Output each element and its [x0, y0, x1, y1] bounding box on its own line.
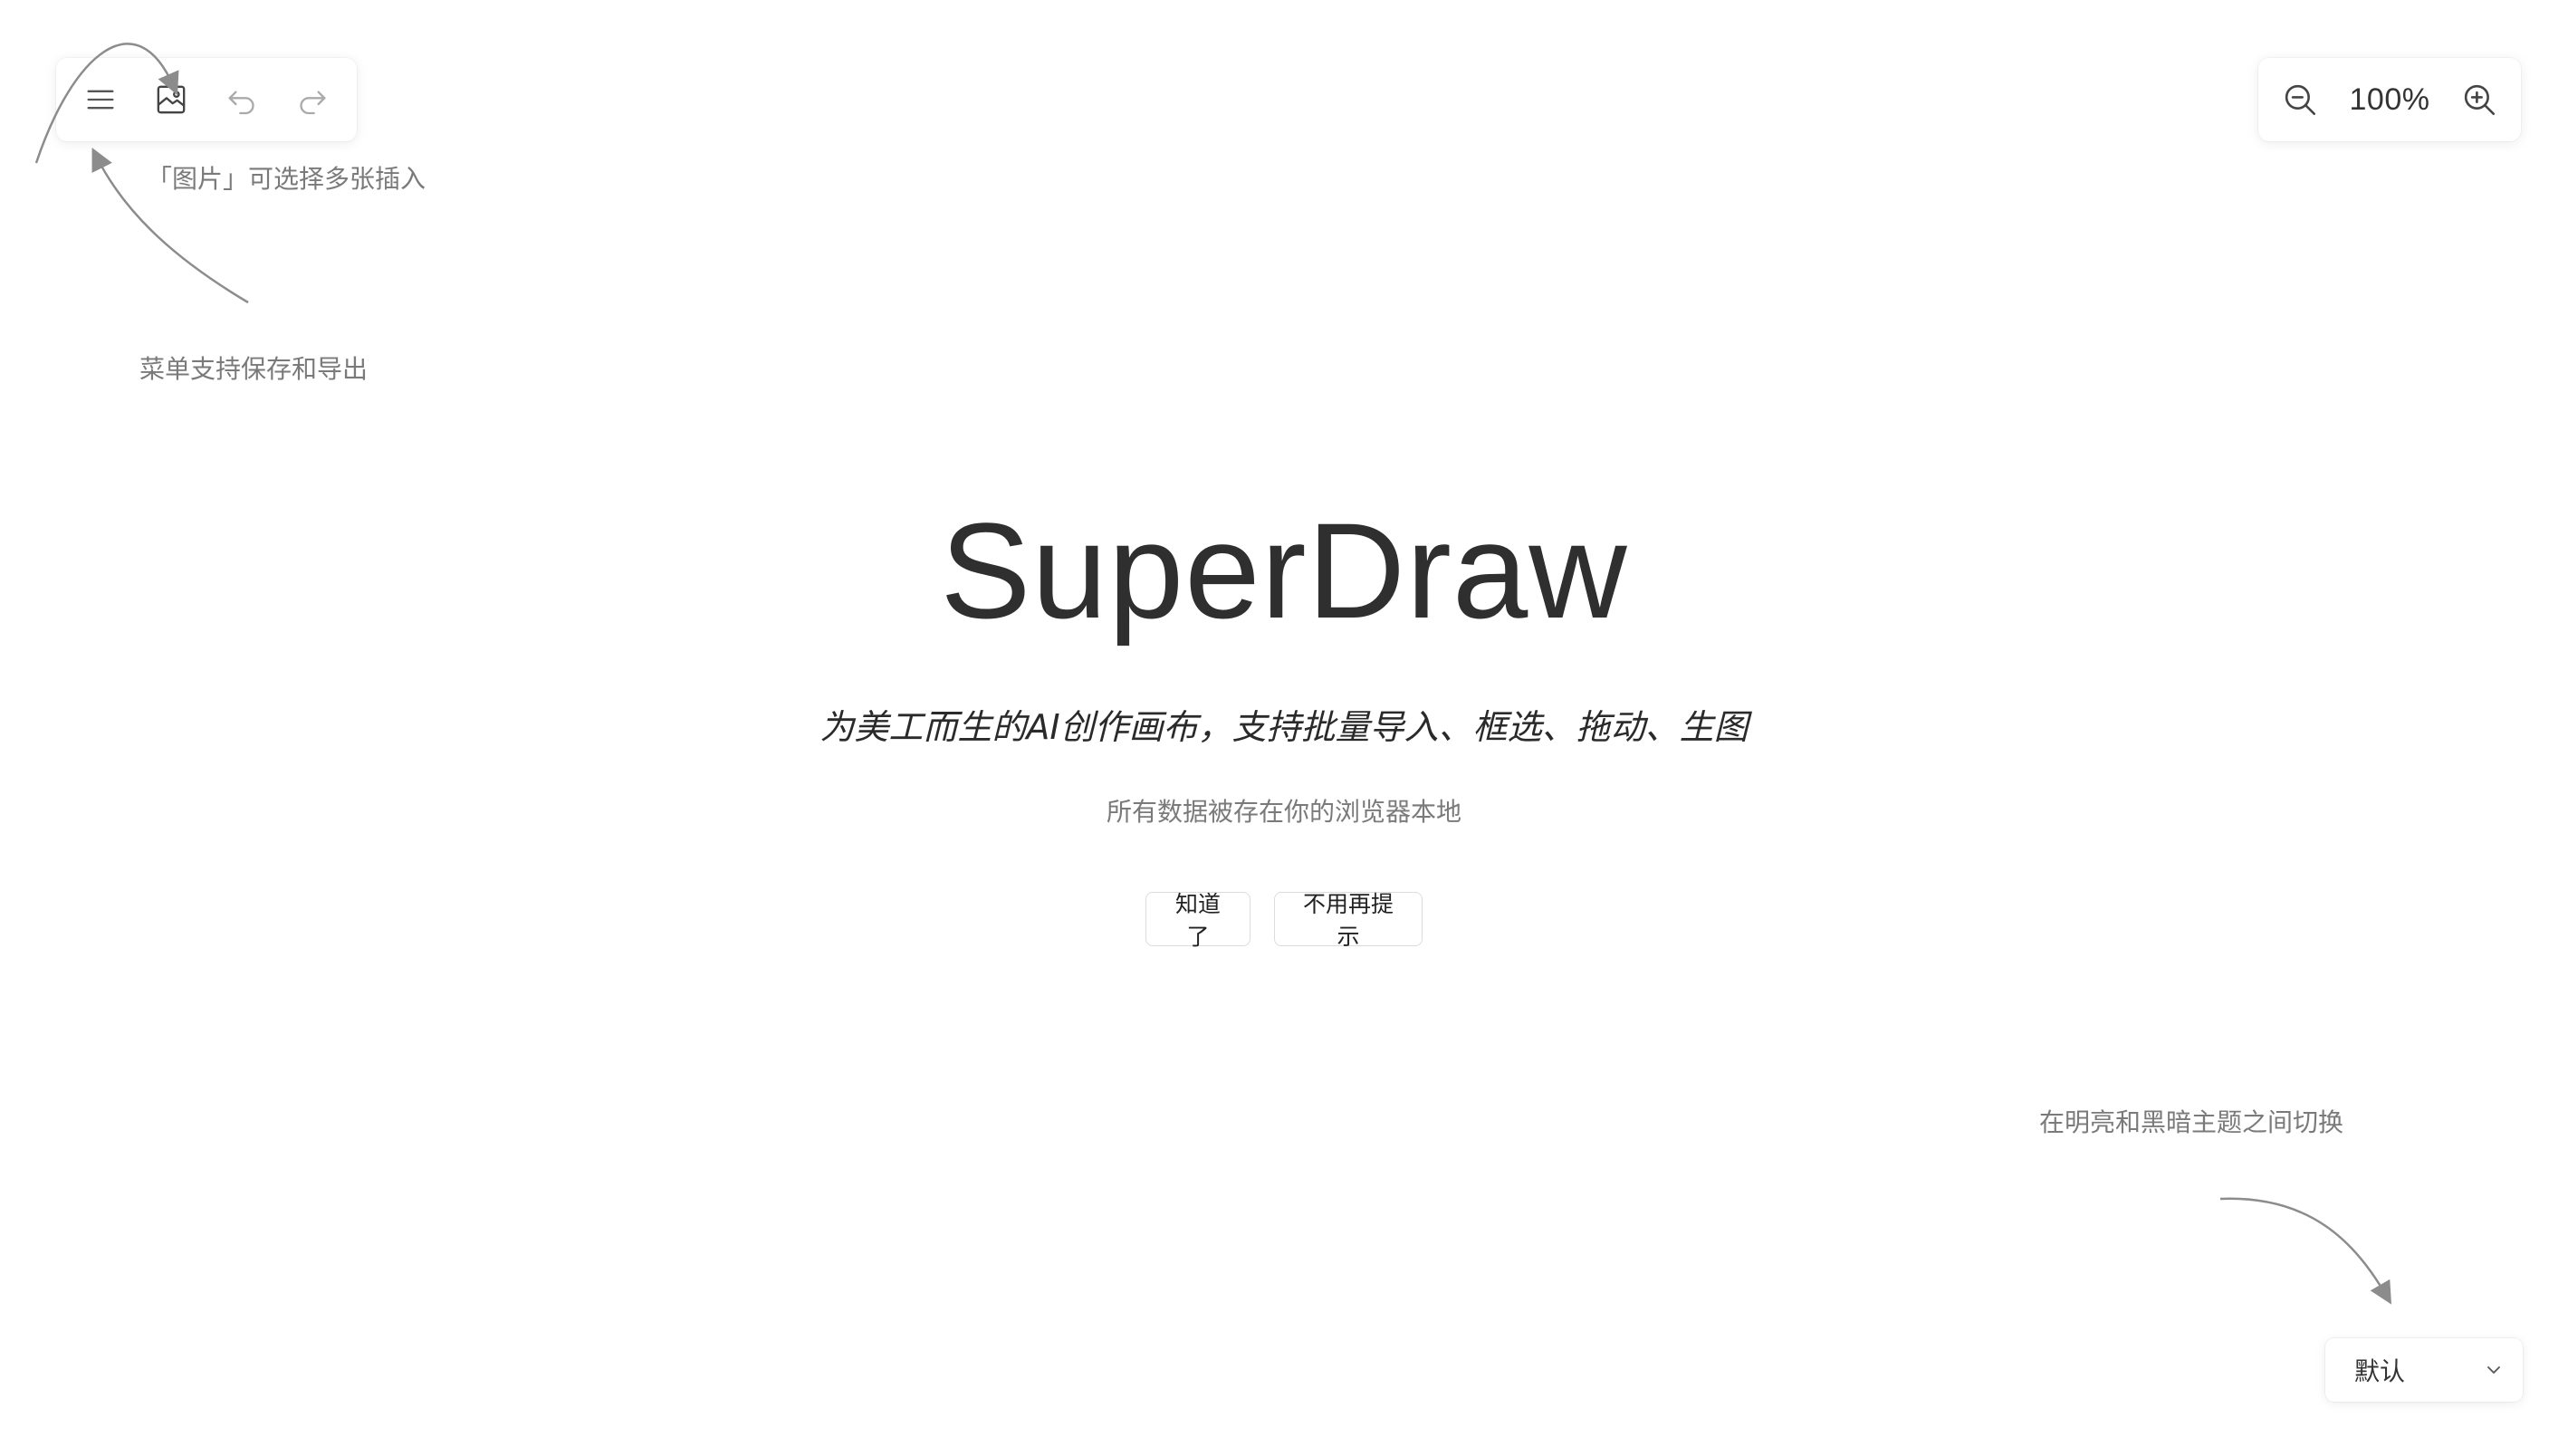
menu-button[interactable] — [72, 71, 129, 129]
canvas-page[interactable]: 100% 「图片」可选择多张插入 菜单支持保存和导出 在明亮和黑暗主题之间切换 … — [0, 0, 2568, 1456]
image-hint: 「图片」可选择多张插入 — [147, 164, 426, 194]
theme-select[interactable]: 默认 — [2325, 1338, 2523, 1402]
redo-icon — [300, 91, 326, 115]
zoom-control: 100% — [2258, 58, 2521, 141]
zoom-in-icon — [2464, 84, 2496, 116]
undo-button[interactable] — [213, 71, 271, 129]
zoom-out-button[interactable] — [2271, 71, 2329, 129]
theme-hint: 在明亮和黑暗主题之间切换 — [2039, 1107, 2344, 1137]
chevron-down-icon — [2487, 1366, 2500, 1374]
got-it-button[interactable]: 知道了 — [1145, 891, 1250, 950]
theme-hint-arrow — [2219, 1197, 2392, 1305]
menu-hint: 菜单支持保存和导出 — [139, 354, 369, 384]
dont-show-again-button[interactable]: 不用再提示 — [1274, 891, 1423, 950]
zoom-in-button[interactable] — [2450, 71, 2508, 129]
zoom-level[interactable]: 100% — [2350, 82, 2430, 118]
welcome-panel: SuperDraw 为美工而生的AI创作画布，支持批量导入、框选、拖动、生图 所… — [0, 489, 2568, 950]
insert-image-button[interactable] — [142, 71, 200, 129]
welcome-title: SuperDraw — [940, 494, 1628, 647]
redo-button[interactable] — [283, 71, 341, 129]
welcome-subtitle: 为美工而生的AI创作画布，支持批量导入、框选、拖动、生图 — [819, 707, 1749, 747]
image-icon — [157, 85, 186, 114]
undo-icon — [228, 91, 254, 115]
welcome-note: 所有数据被存在你的浏览器本地 — [1106, 797, 1461, 827]
zoom-out-icon — [2285, 84, 2316, 116]
theme-select-value: 默认 — [2354, 1356, 2406, 1386]
menu-icon — [87, 90, 114, 110]
welcome-actions: 知道了 不用再提示 — [0, 891, 2568, 950]
main-toolbar — [56, 58, 357, 141]
